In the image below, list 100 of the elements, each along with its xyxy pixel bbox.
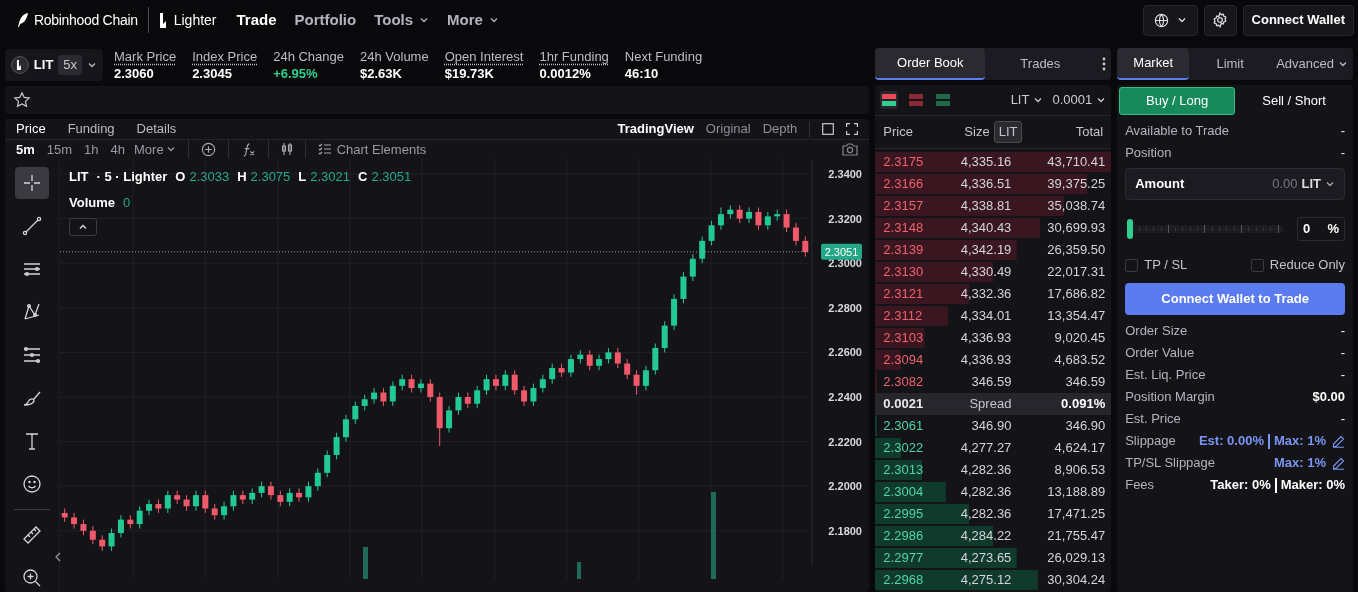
zoom-in-icon [21,567,43,589]
nav-link[interactable]: More [447,8,499,32]
amount-input[interactable]: 0.00 [1237,174,1298,194]
slider-thumb[interactable] [1127,219,1134,239]
candlestick [389,380,396,407]
product-name: Lighter [173,10,217,30]
size-cell-text: 4,334.01 [959,307,1012,326]
chart-tab[interactable]: Price [16,119,46,139]
price-cell: 2.3004 [883,484,924,500]
drawing-tool-button[interactable] [15,167,49,199]
checkbox[interactable] [1125,258,1139,272]
candlestick [699,235,706,264]
checkbox[interactable] [1250,258,1264,272]
candlestick [596,354,603,371]
token-icon [11,56,29,74]
detail-label: TP/SL Slippage [1125,454,1216,473]
candlestick [314,467,321,492]
stat-value: $2.63K [360,65,403,82]
ohlc-key: H [237,167,247,187]
chart-tab[interactable]: Details [136,119,177,139]
option-label: TP / SL [1144,256,1188,275]
amount-field[interactable]: Amount 0.00 LIT [1125,168,1345,200]
candlestick [792,222,799,246]
candlestick [624,358,631,380]
chevron-down-icon [1096,95,1107,105]
panel-tab[interactable]: Trades [985,48,1096,80]
square-icon[interactable] [822,122,835,135]
timeframe-button[interactable]: 1h [84,139,99,159]
order-type-tab[interactable]: Limit [1189,48,1272,80]
detail-label: Position Margin [1125,388,1215,407]
stat-label: Next Funding [624,48,703,65]
stat-value: 2.3045 [192,65,233,82]
edit-setting-button[interactable]: Est: 0.00% Max: 1% [1198,431,1345,451]
percent-field[interactable]: 0 % [1297,217,1345,241]
candlestick [567,354,574,378]
price-cell: 2.3022 [883,440,924,456]
unit-selector[interactable]: LIT [1010,90,1044,110]
candlestick [155,499,162,514]
size-cell-text: 4,282.36 [959,461,1012,480]
star-icon[interactable] [13,91,31,109]
side-button[interactable]: Buy / Long [1119,87,1236,115]
market-selector[interactable]: LIT 5x [5,49,103,81]
nav-link[interactable]: Trade [236,8,277,32]
chevron-up-icon [78,222,88,232]
side-button[interactable]: Sell / Short [1237,87,1352,115]
chart-view-tab[interactable]: TradingView [617,119,694,139]
edit-setting-button[interactable]: Max: 1% [1274,453,1345,473]
candlestick [136,505,143,530]
more-options-icon[interactable] [1102,57,1107,71]
chart-tab[interactable]: Funding [67,119,115,139]
nav-link[interactable]: Portfolio [294,8,357,32]
timeframe-button[interactable]: 4h [110,139,126,159]
spread-label: Spread [968,395,1012,414]
ask-row[interactable]: 2.3175 4,335.16 43,710.41 [875,151,1112,173]
book-layout-button[interactable] [880,91,899,109]
connect-wallet-to-trade-button[interactable]: Connect Wallet to Trade [1125,283,1345,315]
connect-wallet-button[interactable]: Connect Wallet [1242,4,1354,36]
timeframe-button[interactable]: 15m [46,139,73,159]
candlestick [549,363,556,385]
price-axis-label: 2.3400 [828,168,862,180]
size-cell-text: 346.90 [970,417,1012,436]
camera-icon[interactable] [842,142,859,157]
chart-view-tab[interactable]: Depth [762,119,798,139]
price-cell: 2.3175 [883,154,924,170]
order-type-tab[interactable]: Market [1117,48,1190,80]
candles-icon[interactable] [280,142,293,157]
stat-value: $19.73K [444,65,495,82]
chart-elements-button[interactable]: Chart Elements [317,139,427,159]
size-cell-text: 4,338.81 [959,197,1012,216]
book-layout-icon [936,94,951,106]
price-cell: 2.3139 [883,242,924,258]
size-cell-text: 4,275.12 [959,571,1012,590]
ohlc-value: 2.3021 [310,168,351,186]
tick-size-selector[interactable]: 0.0001 [1052,90,1107,110]
candlestick [146,499,153,516]
candlestick [296,487,303,503]
chevron-down-icon [1338,59,1348,69]
add-indicator-icon[interactable] [200,141,216,157]
detail-value: - [1340,366,1345,385]
settings-button[interactable] [1203,4,1237,36]
panel-tab[interactable]: Order Book [875,48,986,80]
chevron-left-icon[interactable] [55,552,61,562]
more-timeframes-button[interactable]: More [134,139,176,159]
candlestick [361,394,368,411]
collapse-legend-button[interactable] [69,218,97,236]
order-type-tab[interactable]: Advanced [1271,48,1354,80]
percent-unit: % [1327,220,1339,239]
nav-link[interactable]: Tools [374,8,430,32]
candlestick [746,206,753,224]
candlestick [61,508,68,523]
candlestick [642,365,649,391]
chart-view-tab[interactable]: Original [705,119,751,139]
chevron-down-icon [1033,95,1044,105]
size-cell-text: 4,282.36 [959,483,1012,502]
fullscreen-icon[interactable] [846,122,859,135]
language-button[interactable] [1142,4,1198,36]
candlestick [333,432,340,460]
size-cell-text: 4,336.51 [959,175,1012,194]
timeframe-button[interactable]: 5m [16,139,35,159]
price-axis-label: 2.2000 [828,480,862,493]
